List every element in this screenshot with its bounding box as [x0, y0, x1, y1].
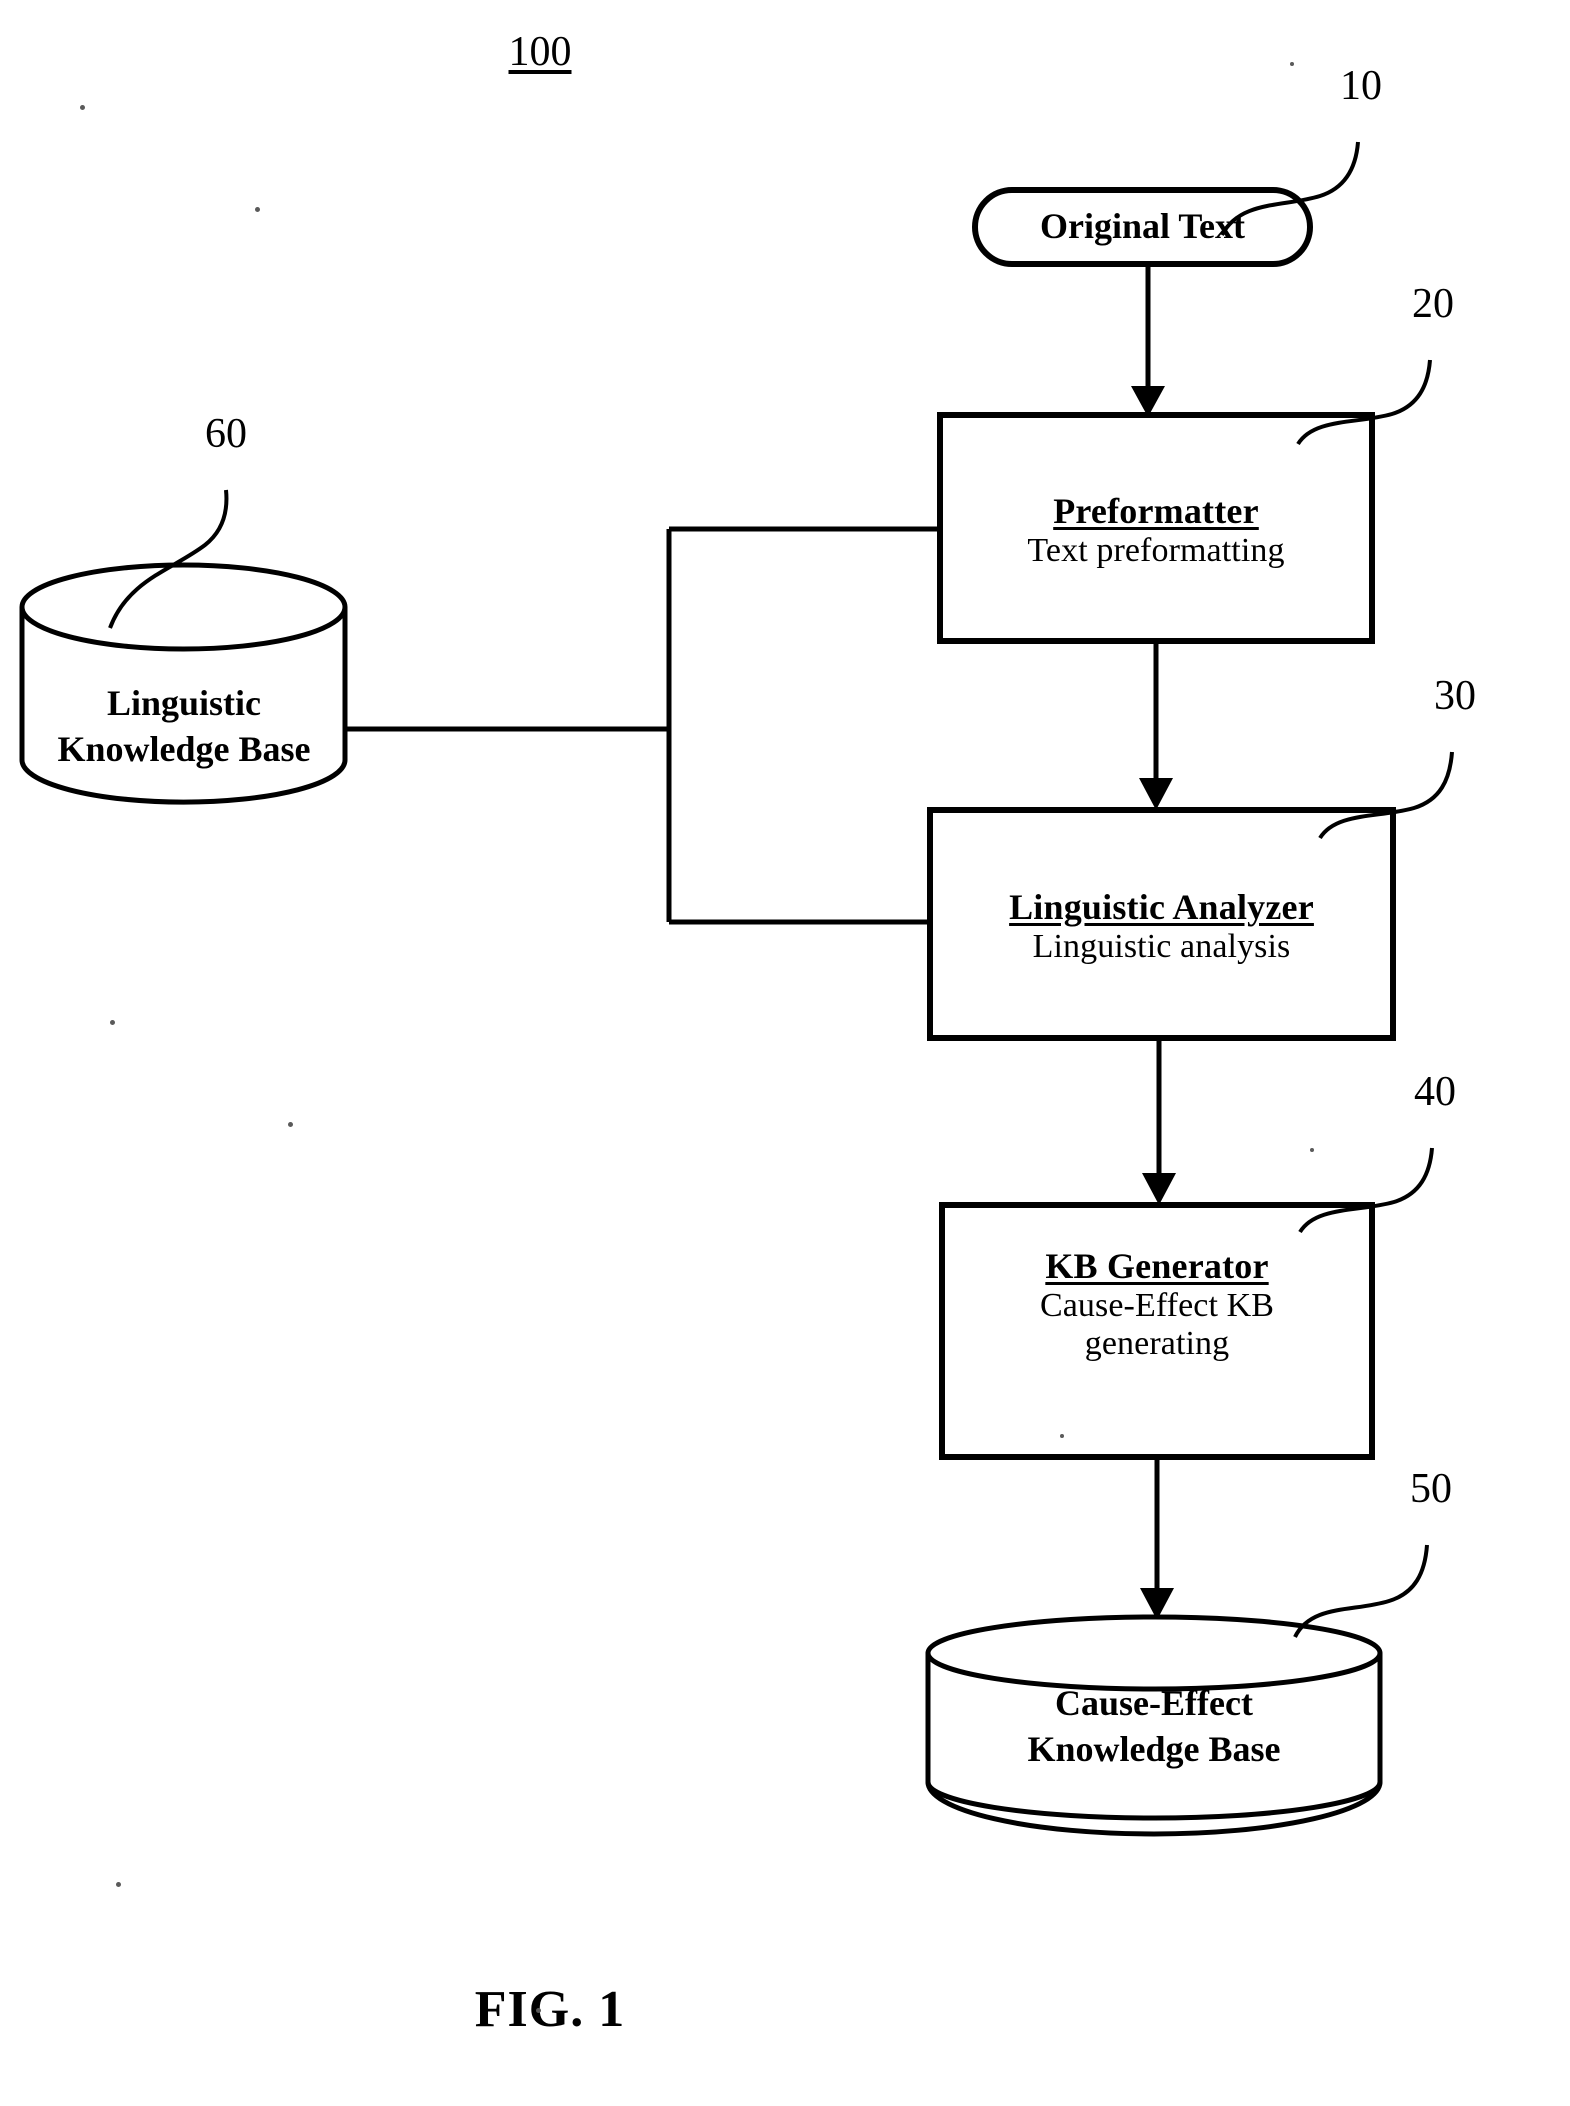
reference-numeral-40: 40 [1414, 1069, 1456, 1115]
scan-speckle [1310, 1148, 1314, 1152]
reference-numeral-50: 50 [1410, 1466, 1452, 1512]
reference-numeral-30: 30 [1434, 673, 1476, 719]
node-title-kb-generator: KB Generator [1045, 1246, 1269, 1286]
node-subtitle-preformatter: Text preformatting [1027, 532, 1285, 569]
arrow-preformatter-to-analyzer [1139, 641, 1173, 810]
scan-speckle [1290, 62, 1294, 66]
scan-speckle [116, 1882, 121, 1887]
node-label-original-text: Original Text [1039, 206, 1246, 246]
arrow-original-text-to-preformatter [1131, 266, 1165, 417]
leader-line-50 [1293, 1544, 1429, 1638]
scan-speckle [1060, 1434, 1064, 1438]
node-subtitle-kb-generator: Cause-Effect KB generating [1039, 1287, 1275, 1362]
scan-speckle [288, 1122, 293, 1127]
scan-speckle [536, 2008, 541, 2013]
leader-line-40 [1298, 1147, 1434, 1234]
node-subtitle-linguistic-analyzer: Linguistic analysis [1032, 928, 1291, 965]
arrow-analyzer-to-kb-generator [1142, 1038, 1176, 1205]
node-title-linguistic-analyzer: Linguistic Analyzer [1009, 887, 1314, 927]
scan-speckle [80, 105, 85, 110]
scan-speckle [110, 1020, 115, 1025]
scan-speckle [255, 207, 260, 212]
node-label-cause-effect-knowledge-base: Cause-Effect Knowledge Base [1027, 1683, 1281, 1770]
node-title-preformatter: Preformatter [1053, 491, 1259, 531]
reference-numeral-60: 60 [205, 411, 247, 457]
connector-linguistic-kb-bus [345, 526, 943, 925]
arrow-kb-generator-to-cause-effect-kb [1140, 1457, 1174, 1620]
leader-line-60 [108, 489, 229, 629]
patent-figure-canvas: 100 10 20 30 40 50 60 Original Text Pref… [0, 0, 1570, 2106]
node-label-linguistic-knowledge-base: Linguistic Knowledge Base [57, 683, 311, 770]
reference-numeral-10: 10 [1340, 63, 1382, 109]
leader-line-30 [1318, 751, 1454, 840]
reference-numeral-20: 20 [1412, 281, 1454, 327]
diagram-vector-layer [19, 141, 1454, 1837]
leader-line-20 [1296, 359, 1432, 446]
figure-system-number: 100 [508, 29, 572, 75]
figure-caption: FIG. 1 [474, 1981, 626, 2038]
